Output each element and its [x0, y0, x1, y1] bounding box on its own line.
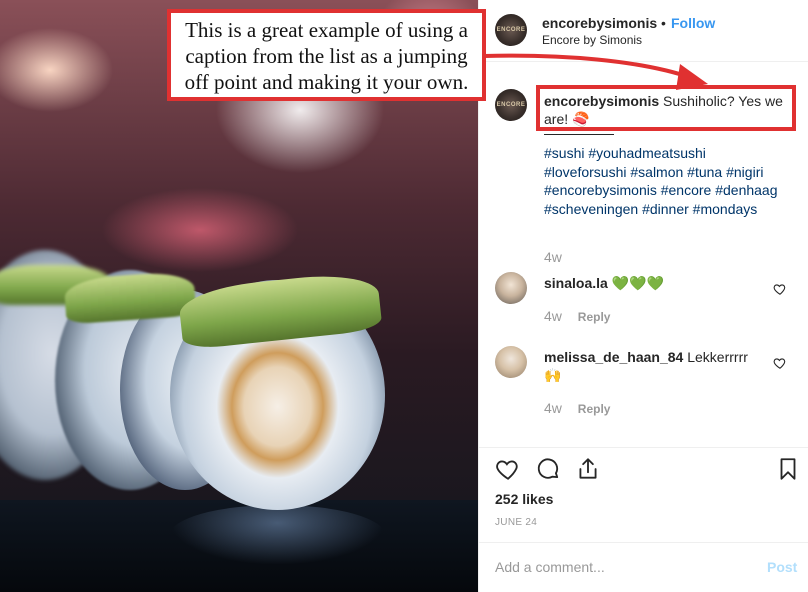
reply-button[interactable]: Reply	[578, 310, 611, 324]
avatar[interactable]: ENCORE	[495, 14, 527, 46]
comment-avatar[interactable]	[495, 272, 527, 304]
comment-text: 💚💚💚	[611, 275, 664, 291]
comment-time: 4w	[544, 308, 562, 324]
bookmark-icon[interactable]	[775, 456, 801, 482]
like-count[interactable]: 252 likes	[495, 491, 553, 507]
annotation-callout: This is a great example of using a capti…	[167, 9, 486, 101]
share-icon[interactable]	[575, 456, 601, 482]
header-subtitle: Encore by Simonis	[542, 33, 643, 47]
post-comment-button[interactable]: Post	[767, 559, 797, 575]
comment-username[interactable]: melissa_de_haan_84	[544, 349, 683, 365]
header-username[interactable]: encorebysimonis	[542, 15, 657, 31]
comment: melissa_de_haan_84 Lekkerrrrr 🙌	[544, 348, 759, 384]
comment-username[interactable]: sinaloa.la	[544, 275, 608, 291]
comment-meta: 4w Reply	[544, 400, 610, 416]
divider	[479, 542, 808, 543]
caption-hashtags[interactable]: #sushi #youhadmeatsushi #loveforsushi #s…	[544, 144, 784, 218]
comment: sinaloa.la 💚💚💚	[544, 274, 759, 292]
avatar-logo-text: ENCORE	[496, 26, 526, 33]
comment-like-heart-icon[interactable]	[773, 282, 787, 296]
comment-meta: 4w Reply	[544, 308, 610, 324]
like-heart-icon[interactable]	[495, 456, 521, 482]
caption-time: 4w	[544, 249, 562, 265]
add-comment-input[interactable]	[495, 556, 745, 578]
avatar-logo-text: ENCORE	[496, 101, 526, 108]
annotation-arrow-icon	[483, 53, 708, 90]
divider	[479, 447, 808, 448]
header-separator: •	[661, 15, 666, 31]
plate-reflection	[170, 505, 385, 565]
post-date: JUNE 24	[495, 517, 538, 528]
comment-bubble-icon[interactable]	[535, 456, 561, 482]
caption-rule	[544, 134, 614, 135]
comment-time: 4w	[544, 400, 562, 416]
comment-avatar[interactable]	[495, 346, 527, 378]
follow-button[interactable]: Follow	[671, 15, 715, 31]
reply-button[interactable]: Reply	[578, 402, 611, 416]
comment-like-heart-icon[interactable]	[773, 356, 787, 370]
